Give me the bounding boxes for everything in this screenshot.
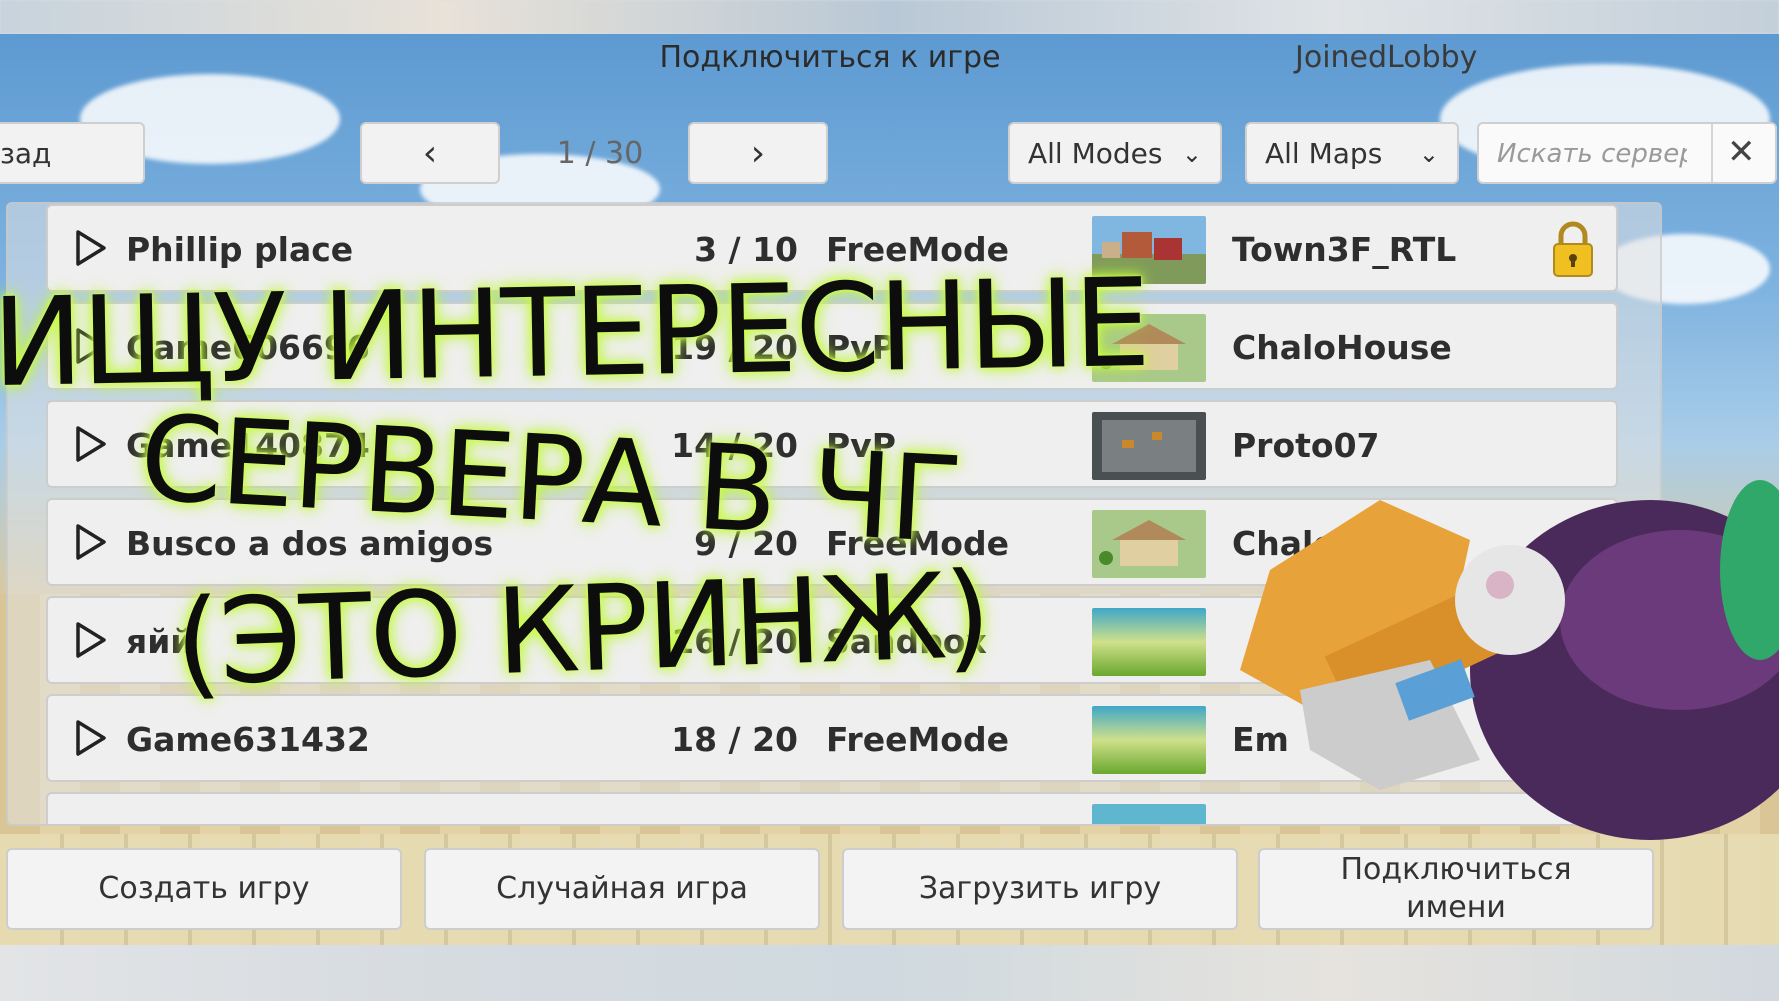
chevron-right-icon: › <box>750 132 766 174</box>
server-mode: FreeMode <box>826 720 1009 759</box>
server-map: ChaloHouse <box>1232 328 1452 367</box>
create-game-button[interactable]: Создать игру <box>6 848 402 930</box>
play-icon <box>76 426 106 462</box>
modes-dropdown-value: All Modes <box>1028 136 1163 170</box>
robot-character-image <box>1240 480 1779 840</box>
search-input[interactable] <box>1495 134 1689 174</box>
server-map: Town3F_RTL <box>1232 230 1457 269</box>
page-indicator: 1 / 30 <box>556 136 644 171</box>
blurred-top-border <box>0 0 1779 34</box>
server-name: Phillip place <box>126 230 354 269</box>
next-page-button[interactable]: › <box>688 122 828 184</box>
maps-dropdown-value: All Maps <box>1265 136 1383 170</box>
load-game-button[interactable]: Загрузить игру <box>842 848 1238 930</box>
maps-dropdown[interactable]: All Maps ⌄ <box>1245 122 1459 184</box>
page-title: Подключиться к игре <box>659 40 1001 75</box>
chevron-down-icon: ⌄ <box>1181 140 1202 168</box>
chevron-left-icon: ‹ <box>422 132 438 174</box>
play-icon <box>76 230 106 266</box>
back-button[interactable]: зад <box>0 122 145 184</box>
search-divider <box>1711 124 1713 182</box>
search-box: ✕ <box>1477 122 1777 184</box>
server-name: Game631432 <box>126 720 370 759</box>
lock-icon <box>1553 221 1593 277</box>
random-game-button[interactable]: Случайная игра <box>424 848 820 930</box>
play-icon <box>76 524 106 560</box>
close-icon[interactable]: ✕ <box>1727 132 1756 172</box>
lobby-status: JoinedLobby <box>1295 40 1478 75</box>
play-icon <box>76 720 106 756</box>
server-players: 18 / 20 <box>671 720 798 759</box>
play-icon <box>76 622 106 658</box>
overlay-caption-line3: (ЭТО КРИНЖ) <box>172 545 992 713</box>
chevron-down-icon: ⌄ <box>1418 140 1439 168</box>
blurred-bottom-border <box>0 945 1779 1001</box>
prev-page-button[interactable]: ‹ <box>360 122 500 184</box>
modes-dropdown[interactable]: All Modes ⌄ <box>1008 122 1222 184</box>
